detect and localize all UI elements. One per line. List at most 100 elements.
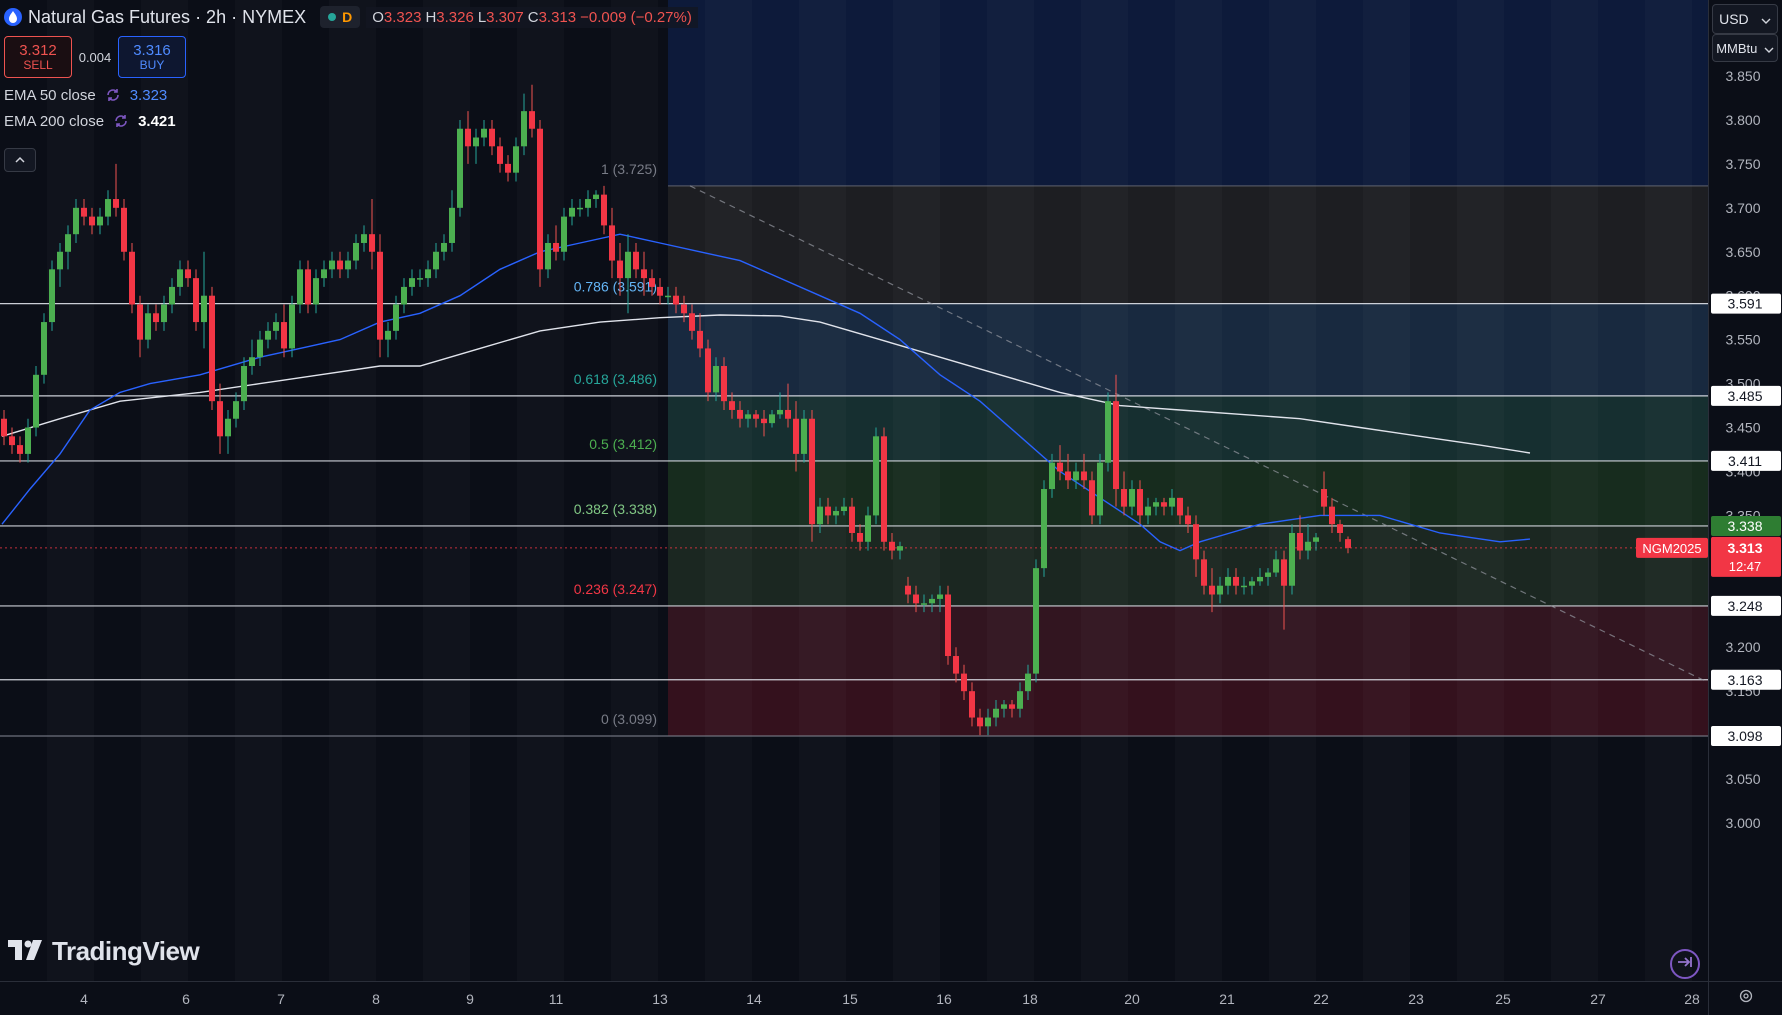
time-tick: 28: [1684, 991, 1700, 1007]
candle-body: [921, 603, 927, 605]
session-stripe: [705, 0, 752, 981]
candle-body: [1001, 704, 1007, 709]
candle-body: [993, 708, 999, 718]
indicator-ema50-value: 3.323: [129, 86, 168, 104]
time-axis[interactable]: 4 6 7 8 9 11 13 14 15 16 18 20 21 22 23 25 27 28: [0, 981, 1708, 1015]
candle-body: [705, 348, 711, 393]
candle-body: [1161, 502, 1167, 507]
currency-selector[interactable]: USD: [1712, 4, 1778, 34]
candle-body: [737, 409, 743, 419]
trade-buttons: 3.312 SELL 0.004 3.316 BUY: [4, 36, 186, 78]
candle-body: [33, 374, 39, 428]
candle-body: [305, 269, 311, 305]
candle-body: [89, 216, 95, 226]
candle-body: [425, 269, 431, 279]
candle-body: [1137, 489, 1143, 516]
candle: [209, 286, 215, 410]
candle-body: [969, 691, 975, 718]
candle-body: [857, 532, 863, 542]
candle-body: [1049, 462, 1055, 490]
candle-body: [73, 207, 79, 235]
candle-body: [905, 585, 911, 595]
indicator-ema50[interactable]: EMA 50 close 3.323: [4, 86, 167, 104]
candle-body: [513, 146, 519, 173]
candle-body: [545, 242, 551, 270]
candle-body: [673, 295, 679, 305]
sell-button[interactable]: 3.312 SELL: [4, 36, 72, 78]
unit-selector[interactable]: MMBtu: [1712, 34, 1778, 62]
ohlc-value: −0.009 (−0.27%): [580, 8, 692, 26]
candle-body: [529, 111, 535, 129]
candle-body: [753, 414, 759, 419]
time-tick: 16: [936, 991, 952, 1007]
candle-body: [801, 418, 807, 454]
candle: [41, 313, 47, 384]
session-stripe: [1269, 0, 1316, 981]
time-tick: 23: [1408, 991, 1424, 1007]
candle-body: [185, 269, 191, 279]
collapse-legend-button[interactable]: [4, 148, 36, 172]
candle-body: [1345, 539, 1351, 548]
buy-label: BUY: [139, 57, 165, 72]
candle-body: [337, 260, 343, 270]
current-price-value: 3.313: [1727, 540, 1762, 556]
candle-body: [1081, 471, 1087, 481]
chart-settings-corner[interactable]: [1708, 981, 1782, 1015]
candle-body: [1041, 489, 1047, 569]
candle-body: [617, 260, 623, 279]
candle-body: [873, 436, 879, 516]
fib-axis-label: 3.098: [1727, 728, 1762, 744]
time-tick: 25: [1495, 991, 1511, 1007]
price-axis[interactable]: 3.8503.8003.7503.7003.6503.6003.5503.500…: [1708, 0, 1782, 981]
price-chart[interactable]: 1 (3.725) 0.786 (3.591) 0.618 (3.486) 0.5 (…: [0, 0, 1708, 981]
candle-body: [521, 111, 527, 147]
candle-body: [961, 673, 967, 692]
session-stripe: [329, 0, 376, 981]
candle-body: [177, 269, 183, 287]
candle-body: [1129, 489, 1135, 507]
candle-body: [1113, 401, 1119, 490]
candle-body: [153, 313, 159, 323]
ohlc-value: 3.313: [538, 8, 577, 26]
tradingview-logo[interactable]: TradingView: [8, 936, 200, 967]
candle: [377, 234, 383, 358]
candle-body: [841, 506, 847, 512]
candle-body: [777, 409, 783, 415]
candle-body: [1025, 673, 1031, 692]
candle-body: [1185, 515, 1191, 525]
symbol-flame-icon[interactable]: [4, 8, 22, 26]
candle: [1041, 480, 1047, 577]
refresh-icon[interactable]: [112, 112, 130, 130]
indicator-ema200[interactable]: EMA 200 close 3.421: [4, 112, 176, 130]
candle-body: [1305, 541, 1311, 551]
ohlc-item: −0.009 (−0.27%): [580, 9, 692, 26]
symbol-price-tag-text: NGM2025: [1642, 541, 1701, 556]
ohlc-key: L: [477, 8, 487, 26]
candle: [881, 427, 887, 551]
market-status-pill[interactable]: D: [320, 6, 361, 28]
fib-label: 0 (3.099): [601, 711, 657, 727]
session-stripe: [141, 0, 188, 981]
symbol-title[interactable]: Natural Gas Futures · 2h · NYMEX: [28, 7, 306, 28]
candle-body: [145, 313, 151, 340]
candle-body: [1177, 497, 1183, 516]
candle: [289, 295, 295, 358]
unit-label: MMBtu: [1716, 40, 1758, 56]
candle-body: [1089, 480, 1095, 516]
refresh-icon[interactable]: [104, 86, 122, 104]
candle: [33, 366, 39, 437]
candle-body: [1265, 572, 1271, 577]
ohlc-values: O3.323 H3.326 L3.307 C3.313 −0.009 (−0.27%): [366, 6, 698, 28]
candle-body: [817, 506, 823, 525]
candle-body: [249, 357, 255, 367]
time-tick: 14: [746, 991, 762, 1007]
candle-body: [897, 546, 903, 551]
candle: [1033, 559, 1039, 683]
buy-button[interactable]: 3.316 BUY: [118, 36, 186, 78]
chart-area[interactable]: 1 (3.725) 0.786 (3.591) 0.618 (3.486) 0.5 (…: [0, 0, 1708, 981]
goto-realtime-button[interactable]: [1670, 949, 1700, 979]
candle-body: [1033, 568, 1039, 674]
settings-icon[interactable]: [1738, 988, 1754, 1009]
candle-body: [313, 278, 319, 305]
candle-body: [785, 409, 791, 419]
